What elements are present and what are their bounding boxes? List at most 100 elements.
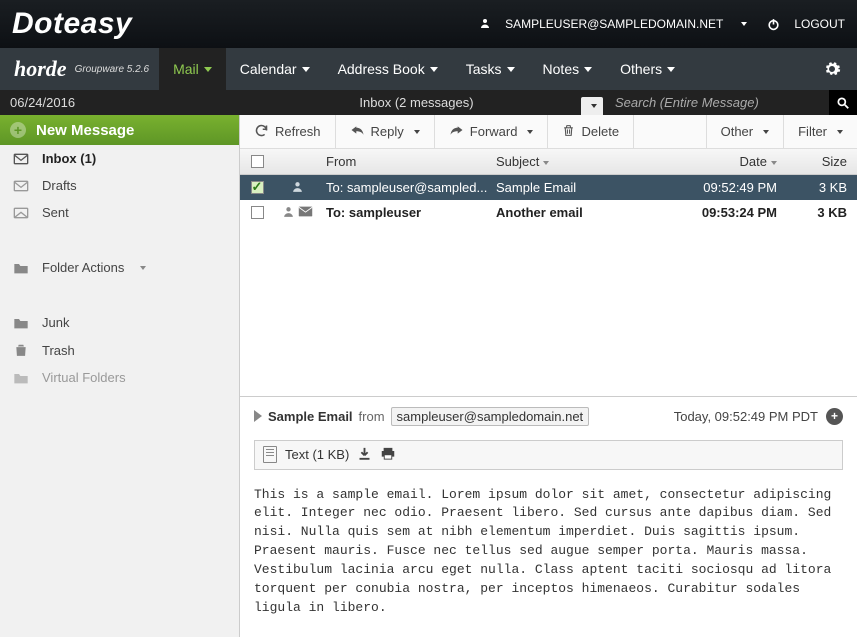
sidebar-inbox[interactable]: Inbox (1) xyxy=(0,145,239,172)
sidebar-trash[interactable]: Trash xyxy=(0,336,239,364)
folder-icon xyxy=(12,316,30,330)
column-headers: From Subject Date Size xyxy=(240,149,857,175)
chevron-down-icon xyxy=(591,104,597,108)
message-toolbar: Refresh Reply Forward Delete Other Filte… xyxy=(240,115,857,149)
chevron-down-icon xyxy=(302,67,310,72)
nav-tasks[interactable]: Tasks xyxy=(452,48,529,90)
main-nav: horde Groupware 5.2.6 Mail Calendar Addr… xyxy=(0,48,857,90)
preview-header: Sample Email from sampleuser@sampledomai… xyxy=(254,407,843,426)
preview-from-email[interactable]: sampleuser@sampledomain.net xyxy=(391,407,590,426)
other-button[interactable]: Other xyxy=(706,115,785,148)
chevron-down-icon xyxy=(667,67,675,72)
nav-mail[interactable]: Mail xyxy=(159,48,226,90)
sidebar-sent[interactable]: Sent xyxy=(0,199,239,226)
preview-datetime: Today, 09:52:49 PM PDT xyxy=(674,409,818,424)
nav-addressbook[interactable]: Address Book xyxy=(324,48,452,90)
row-checkbox[interactable] xyxy=(251,206,264,219)
nav-others[interactable]: Others xyxy=(606,48,689,90)
col-checkbox[interactable] xyxy=(240,155,274,168)
sidebar-item-label: Trash xyxy=(42,343,75,358)
row-checkbox[interactable] xyxy=(251,181,264,194)
plus-icon: + xyxy=(10,122,26,138)
chevron-down-icon xyxy=(507,67,515,72)
attachment-bar: Text (1 KB) xyxy=(254,440,843,470)
row-size: 3 KB xyxy=(787,180,857,195)
logout-icon xyxy=(767,18,780,31)
brand-logo: Doteasy xyxy=(12,7,132,41)
message-list-area: To: sampleuser@sampled... Sample Email 0… xyxy=(240,175,857,397)
col-date[interactable]: Date xyxy=(657,154,787,169)
refresh-button[interactable]: Refresh xyxy=(240,115,336,148)
sidebar-folder-actions[interactable]: Folder Actions xyxy=(0,254,239,281)
expand-icon[interactable] xyxy=(254,410,262,422)
logout-link[interactable]: LOGOUT xyxy=(794,17,845,31)
horde-logo: horde xyxy=(0,56,75,82)
message-row[interactable]: To: sampleuser Another email 09:53:24 PM… xyxy=(240,200,857,225)
chevron-down-icon xyxy=(140,266,146,270)
search-input[interactable]: Search (Entire Message) xyxy=(609,95,829,110)
chevron-down-icon xyxy=(204,67,212,72)
inbox-icon xyxy=(12,152,30,166)
groupware-version: Groupware 5.2.6 xyxy=(75,64,160,75)
content-area: Refresh Reply Forward Delete Other Filte… xyxy=(240,115,857,637)
chevron-down-icon xyxy=(837,130,843,134)
search-button[interactable] xyxy=(829,90,857,115)
col-from[interactable]: From xyxy=(320,154,490,169)
col-subject[interactable]: Subject xyxy=(490,154,657,169)
preview-pane: Sample Email from sampleuser@sampledomai… xyxy=(240,397,857,637)
sort-caret-icon xyxy=(771,161,777,165)
chevron-down-icon xyxy=(584,67,592,72)
row-date: 09:52:49 PM xyxy=(657,180,787,195)
trash-icon xyxy=(12,342,30,358)
col-size[interactable]: Size xyxy=(787,154,857,169)
status-bar: 06/24/2016 Inbox (2 messages) Search (En… xyxy=(0,90,857,115)
user-email[interactable]: SAMPLEUSER@SAMPLEDOMAIN.NET xyxy=(505,17,723,31)
message-list: To: sampleuser@sampled... Sample Email 0… xyxy=(240,175,857,225)
sidebar-item-label: Drafts xyxy=(42,178,77,193)
reply-button[interactable]: Reply xyxy=(336,115,435,148)
envelope-icon xyxy=(298,205,313,220)
forward-button[interactable]: Forward xyxy=(435,115,549,148)
header-right: SAMPLEUSER@SAMPLEDOMAIN.NET LOGOUT xyxy=(479,17,845,32)
settings-gear[interactable] xyxy=(807,48,857,90)
forward-arrow-icon xyxy=(449,124,464,139)
trash-icon xyxy=(562,123,575,141)
sidebar-virtual-folders[interactable]: Virtual Folders xyxy=(0,364,239,391)
download-icon[interactable] xyxy=(357,446,372,464)
attachment-label[interactable]: Text (1 KB) xyxy=(285,447,349,462)
print-icon[interactable] xyxy=(380,446,396,464)
sidebar-junk[interactable]: Junk xyxy=(0,309,239,336)
row-subject: Sample Email xyxy=(490,180,657,195)
email-body: This is a sample email. Lorem ipsum dolo… xyxy=(254,486,843,637)
person-icon xyxy=(479,17,491,32)
sidebar: + New Message Inbox (1) Drafts Sent Fold… xyxy=(0,115,240,637)
main-area: + New Message Inbox (1) Drafts Sent Fold… xyxy=(0,115,857,637)
chevron-down-icon xyxy=(430,67,438,72)
add-contact-button[interactable]: + xyxy=(826,408,843,425)
preview-subject: Sample Email xyxy=(268,409,353,424)
chevron-down-icon xyxy=(527,130,533,134)
filter-button[interactable]: Filter xyxy=(784,115,857,148)
sidebar-item-label: Sent xyxy=(42,205,69,220)
row-from: To: sampleuser xyxy=(320,205,490,220)
person-icon xyxy=(282,205,295,221)
status-inbox-count: Inbox (2 messages) xyxy=(260,95,573,110)
row-size: 3 KB xyxy=(787,205,857,220)
new-message-button[interactable]: + New Message xyxy=(0,115,239,145)
status-tab-caret[interactable] xyxy=(581,97,603,115)
reply-arrow-icon xyxy=(350,124,365,139)
chevron-down-icon xyxy=(414,130,420,134)
document-icon xyxy=(263,446,277,463)
top-header: Doteasy SAMPLEUSER@SAMPLEDOMAIN.NET LOGO… xyxy=(0,0,857,48)
nav-calendar[interactable]: Calendar xyxy=(226,48,324,90)
nav-notes[interactable]: Notes xyxy=(529,48,607,90)
sidebar-drafts[interactable]: Drafts xyxy=(0,172,239,199)
delete-button[interactable]: Delete xyxy=(548,115,634,148)
row-subject: Another email xyxy=(490,205,657,220)
message-row[interactable]: To: sampleuser@sampled... Sample Email 0… xyxy=(240,175,857,200)
user-menu-caret-icon[interactable] xyxy=(741,22,747,26)
person-icon xyxy=(291,180,304,196)
sidebar-item-label: Inbox (1) xyxy=(42,151,96,166)
sort-caret-icon xyxy=(543,161,549,165)
from-label: from xyxy=(359,409,385,424)
